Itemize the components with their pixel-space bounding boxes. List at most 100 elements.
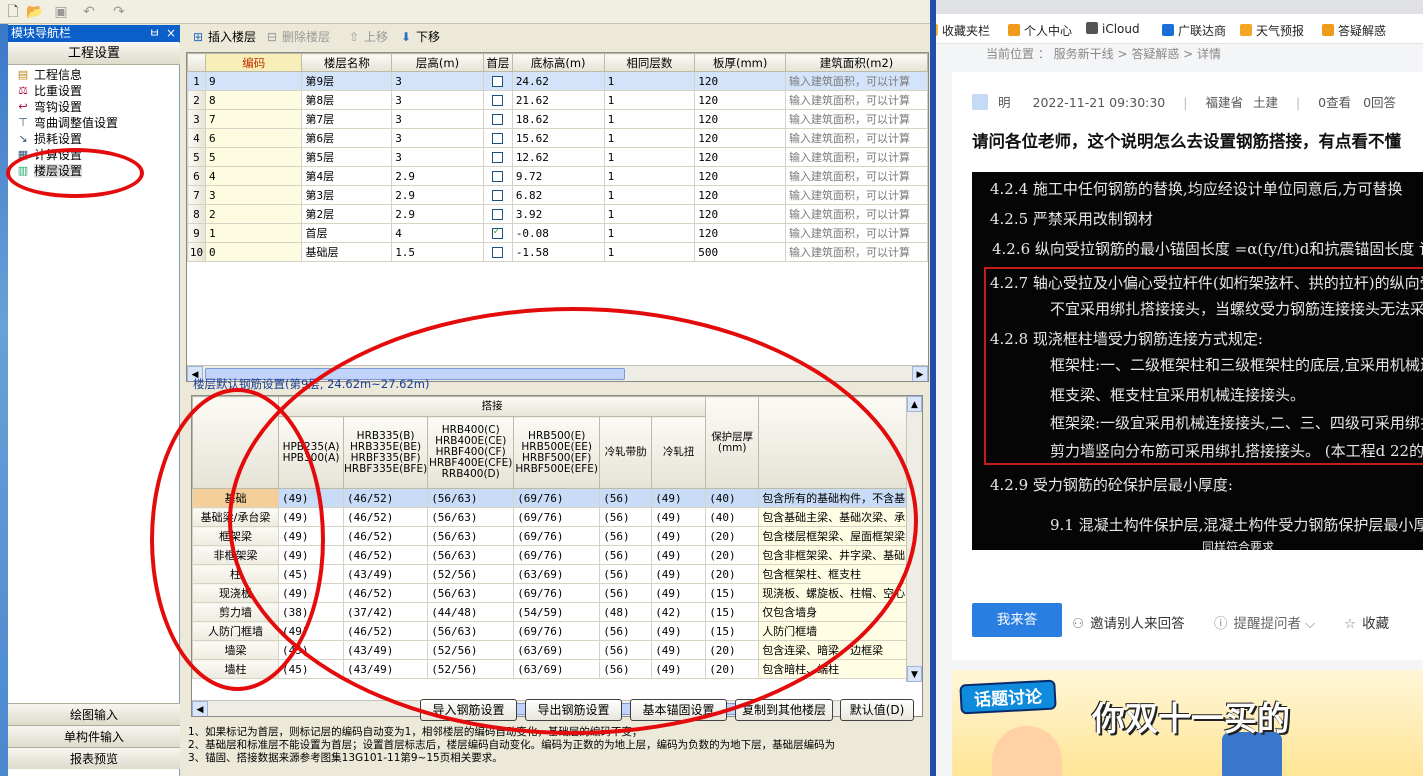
close-icon[interactable]: × — [166, 25, 176, 42]
rebar-cell[interactable]: (52/56) — [427, 564, 515, 584]
rebar-cell[interactable]: (49) — [651, 526, 707, 546]
cell-same-count[interactable]: 1 — [603, 71, 696, 91]
cell-code[interactable]: 6 — [204, 128, 303, 148]
cell-base-elevation[interactable]: 12.62 — [511, 147, 605, 167]
bookmark-glodon[interactable]: 广联达商 — [1162, 22, 1226, 39]
cell-base-elevation[interactable]: 24.62 — [511, 71, 605, 91]
cell-area[interactable]: 输入建筑面积，可以计算 — [785, 71, 928, 91]
cell-slab[interactable]: 120 — [694, 166, 787, 186]
nav-header-project-settings[interactable]: 工程设置 — [8, 43, 180, 65]
cell-same-count[interactable]: 1 — [603, 223, 696, 243]
first-floor-checkbox[interactable] — [492, 76, 504, 87]
rebar-cell[interactable]: (44/48) — [427, 602, 515, 622]
rebar-cell[interactable]: (56/63) — [427, 583, 515, 603]
cell-slab[interactable]: 120 — [694, 109, 787, 129]
cell-same-count[interactable]: 1 — [603, 128, 696, 148]
cell-height[interactable]: 3 — [391, 128, 484, 148]
cell-base-elevation[interactable]: 18.62 — [511, 109, 605, 129]
cell-same-count[interactable]: 1 — [603, 185, 696, 205]
scroll-up-icon[interactable]: ▲ — [907, 396, 922, 412]
cell-height[interactable]: 3 — [391, 90, 484, 110]
nav-tab-drawing-input[interactable]: 绘图输入 — [8, 703, 180, 725]
rebar-cell[interactable]: (49) — [651, 621, 707, 641]
rebar-cell[interactable]: (49) — [278, 545, 344, 565]
cell-height[interactable]: 3 — [391, 71, 484, 91]
cell-same-count[interactable]: 1 — [603, 166, 696, 186]
nav-item-loss[interactable]: ↘ 损耗设置 — [12, 131, 176, 147]
export-rebar-button[interactable]: 导出钢筋设置 — [525, 699, 622, 721]
cell-floor-name[interactable]: 第8层 — [301, 90, 393, 110]
default-button[interactable]: 默认值(D) — [840, 699, 914, 721]
remind-button[interactable]: ⓘ 提醒提问者 ⌵ — [1214, 612, 1315, 632]
rebar-row[interactable]: 框架梁 (49) (46/52) (56/63) (69/76) (56) (49) (20)… — [192, 526, 910, 546]
cell-base-elevation[interactable]: -1.58 — [511, 242, 605, 262]
rebar-cell[interactable]: (49) — [651, 488, 707, 508]
move-up-button[interactable]: ⇧ 上移 — [347, 29, 388, 45]
rebar-cell[interactable]: (56) — [599, 545, 653, 565]
col-base-elevation[interactable]: 底标高(m) — [511, 53, 605, 72]
col-area[interactable]: 建筑面积(m2) — [785, 53, 928, 72]
open-icon[interactable]: 📂 — [26, 3, 44, 21]
move-down-button[interactable]: ⬇ 下移 — [399, 29, 440, 45]
cell-height[interactable]: 4 — [391, 223, 484, 243]
insert-floor-button[interactable]: ⊞ 插入楼层 — [191, 29, 256, 45]
answer-button[interactable]: 我来答 — [972, 603, 1062, 637]
first-floor-checkbox[interactable] — [492, 190, 504, 201]
nav-tab-single-component[interactable]: 单构件输入 — [8, 725, 180, 747]
rebar-cell[interactable]: (40) — [705, 507, 760, 527]
first-floor-checkbox[interactable] — [492, 171, 504, 182]
rebar-cell[interactable]: (43/49) — [342, 564, 429, 584]
floor-row[interactable]: 8 2 第2层 2.9 3.92 1 120 输入建筑面积，可以计算 — [187, 204, 928, 224]
col-rebar-grade[interactable]: HRB335(B) HRB335E(BE) HRBF335(BF) HRBF33… — [342, 416, 429, 489]
col-first-floor[interactable]: 首层 — [482, 53, 513, 72]
cell-slab[interactable]: 120 — [694, 90, 787, 110]
rebar-cell[interactable]: (49) — [651, 507, 707, 527]
cell-code[interactable]: 8 — [204, 90, 303, 110]
rebar-cell[interactable]: (46/52) — [342, 488, 429, 508]
rebar-cell[interactable]: (43/49) — [342, 659, 429, 679]
rebar-cell[interactable]: (46/52) — [342, 583, 429, 603]
cell-area[interactable]: 输入建筑面积，可以计算 — [785, 223, 928, 243]
rebar-cell[interactable]: (46/52) — [342, 545, 429, 565]
first-floor-checkbox[interactable] — [492, 247, 504, 258]
rebar-row[interactable]: 基础 (49) (46/52) (56/63) (69/76) (56) (49) (40) 包… — [192, 488, 910, 508]
new-icon[interactable]: 🗋 — [4, 3, 22, 21]
rebar-cell[interactable]: (38) — [278, 602, 344, 622]
rebar-cell[interactable]: (49) — [278, 621, 344, 641]
floor-row[interactable]: 5 5 第5层 3 12.62 1 120 输入建筑面积，可以计算 — [187, 147, 928, 167]
floor-row[interactable]: 1 9 第9层 3 24.62 1 120 输入建筑面积，可以计算 — [187, 71, 928, 91]
cell-slab[interactable]: 120 — [694, 128, 787, 148]
rebar-cell[interactable]: (45) — [278, 640, 344, 660]
rebar-cell[interactable]: (56) — [599, 564, 653, 584]
cell-base-elevation[interactable]: 9.72 — [511, 166, 605, 186]
rebar-cell[interactable]: (56/63) — [427, 526, 515, 546]
nav-tab-report-preview[interactable]: 报表预览 — [8, 747, 180, 769]
rebar-cell[interactable]: (63/69) — [513, 659, 601, 679]
rebar-cell[interactable]: (56/63) — [427, 488, 515, 508]
anchor-settings-button[interactable]: 基本锚固设置 — [630, 699, 727, 721]
cell-base-elevation[interactable]: 15.62 — [511, 128, 605, 148]
cell-code[interactable]: 3 — [204, 185, 303, 205]
cell-first-floor[interactable] — [482, 185, 513, 205]
rebar-cell[interactable]: (46/52) — [342, 621, 429, 641]
rebar-cell[interactable]: (69/76) — [513, 488, 601, 508]
cell-height[interactable]: 3 — [391, 109, 484, 129]
rebar-cell[interactable]: (49) — [278, 583, 344, 603]
cell-code[interactable]: 1 — [204, 223, 303, 243]
rebar-cell[interactable]: (20) — [705, 640, 760, 660]
cell-area[interactable]: 输入建筑面积，可以计算 — [785, 90, 928, 110]
first-floor-checkbox[interactable] — [492, 226, 504, 239]
rebar-cell[interactable]: (69/76) — [513, 526, 601, 546]
col-code[interactable]: 编码 — [204, 53, 303, 72]
cell-same-count[interactable]: 1 — [603, 109, 696, 129]
rebar-cell[interactable]: (49) — [651, 640, 707, 660]
rebar-row[interactable]: 墙柱 (45) (43/49) (52/56) (63/69) (56) (49) (20) 包… — [192, 659, 910, 679]
rebar-cell[interactable]: (52/56) — [427, 659, 515, 679]
cell-slab[interactable]: 500 — [694, 242, 787, 262]
cell-height[interactable]: 2.9 — [391, 185, 484, 205]
rebar-cell[interactable]: (49) — [651, 659, 707, 679]
undo-icon[interactable]: ↶ — [80, 3, 98, 21]
col-rebar-grade[interactable]: 冷轧带肋 — [599, 416, 653, 489]
floor-row[interactable]: 2 8 第8层 3 21.62 1 120 输入建筑面积，可以计算 — [187, 90, 928, 110]
copy-to-floors-button[interactable]: 复制到其他楼层 — [735, 699, 833, 721]
